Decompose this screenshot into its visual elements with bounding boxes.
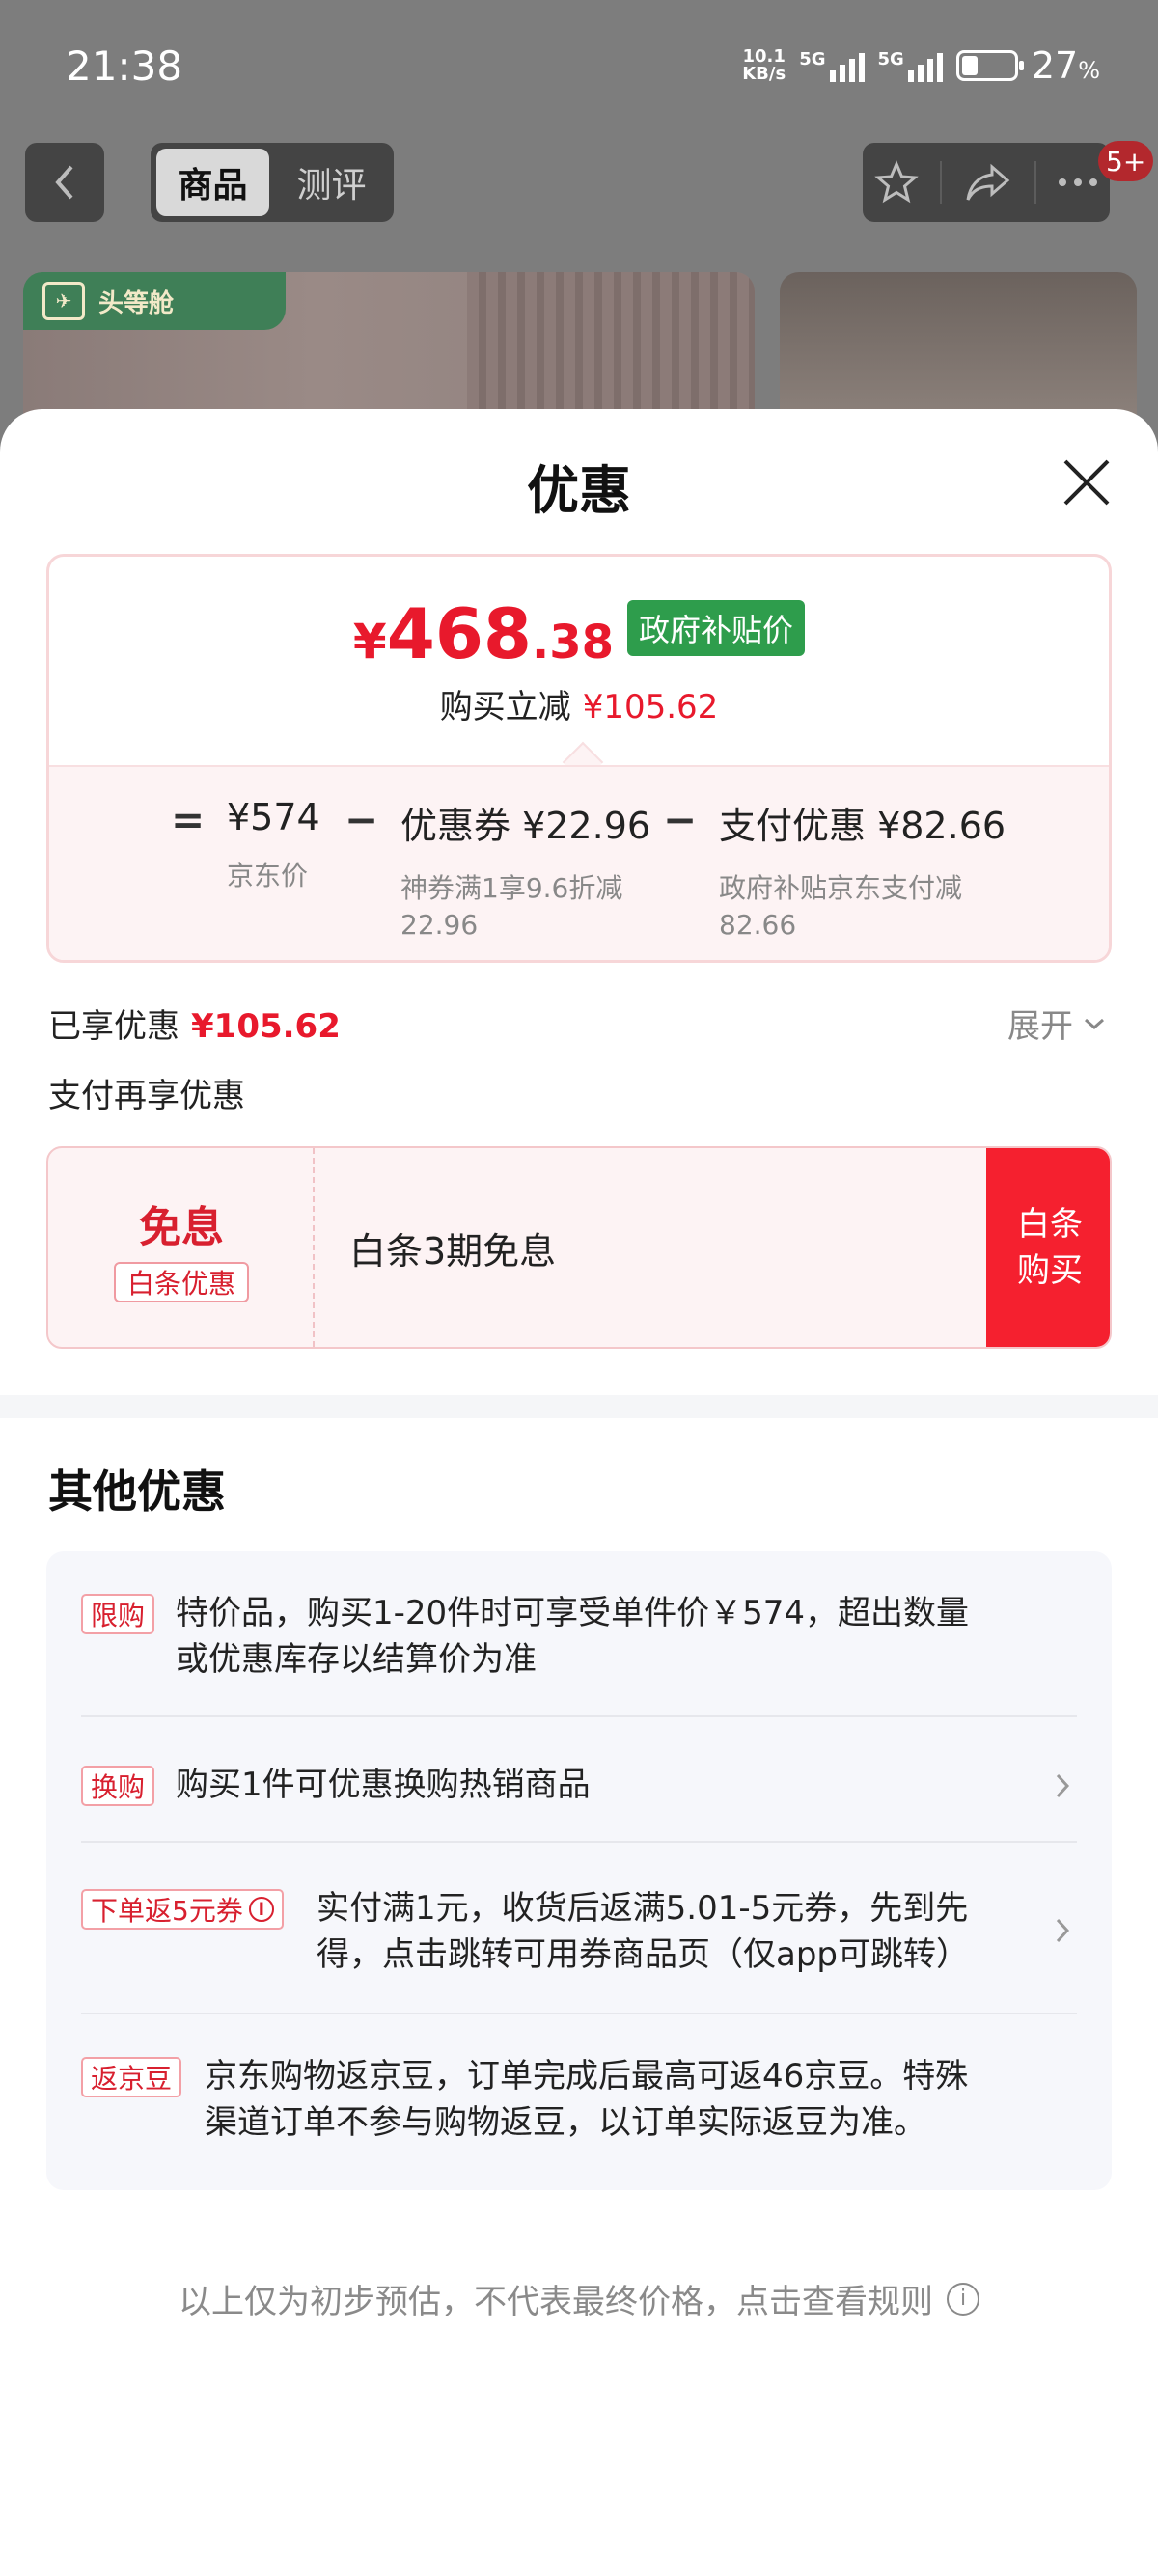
status-bar: 21:38 10.1 KB/s 5G 5G 27% <box>0 0 1158 135</box>
chevron-left-icon <box>55 165 73 200</box>
offer-tag: 换购 <box>81 1766 155 1806</box>
offer-tag: 返京豆 <box>81 2057 182 2097</box>
chevron-down-icon <box>1085 1018 1104 1029</box>
other-offers-title: 其他优惠 <box>48 1466 226 1518</box>
instant-reduction: 购买立减 ¥105.62 <box>439 688 719 726</box>
top-tabs: 商品 测评 <box>151 143 394 222</box>
minus-sign: − <box>345 796 379 843</box>
message-badge: 5+ <box>1098 141 1154 181</box>
offer-limited: 限购 特价品，购买1-20件时可享受单件价￥574，超出数量 或优惠库存以结算价… <box>81 1590 1077 1683</box>
rules-footnote[interactable]: 以上仅为初步预估，不代表最终价格，点击查看规则 i <box>0 2275 1158 2322</box>
status-time: 21:38 <box>66 42 183 90</box>
baitiao-tag: 白条优惠 <box>114 1262 249 1302</box>
share-icon[interactable] <box>963 161 1013 204</box>
offer-jd-beans: 返京豆 京东购物返京豆，订单完成后最高可返46京豆。特殊 渠道订单不参与购物返豆… <box>81 2053 1077 2146</box>
sheet-title: 优惠 <box>527 460 631 521</box>
offer-exchange[interactable]: 换购 购买1件可优惠换购热销商品 <box>81 1762 1077 1812</box>
minus-sign: − <box>663 796 698 843</box>
interest-free-label: 免息 <box>139 1203 224 1252</box>
info-icon: i <box>947 2282 979 2316</box>
info-icon[interactable]: i <box>248 1897 274 1922</box>
signal-icon: 5G <box>878 49 943 82</box>
baitiao-buy-button[interactable]: 白条 购买 <box>986 1148 1110 1347</box>
back-button[interactable] <box>25 143 104 222</box>
chevron-right-icon <box>1056 1773 1070 1798</box>
section-divider <box>0 1395 1158 1418</box>
close-icon[interactable] <box>1058 453 1116 511</box>
nav-actions <box>863 143 1110 222</box>
battery-icon <box>955 50 1024 81</box>
final-price: ¥ 468 .38 <box>352 593 615 674</box>
product-tag: ✈ 头等舱 <box>23 272 286 330</box>
chevron-right-icon <box>1056 1918 1070 1943</box>
battery-percent: 27% <box>1031 44 1100 87</box>
equals-sign: = <box>171 796 206 843</box>
more-icon[interactable] <box>1057 177 1099 188</box>
star-icon[interactable] <box>873 159 920 206</box>
coupon-discount: 优惠券 ¥22.96 神券满1享9.6折减 22.96 <box>400 805 651 941</box>
enjoyed-discount: 已享优惠 ¥105.62 <box>48 1007 341 1046</box>
price-breakdown-card: ¥ 468 .38 政府补贴价 购买立减 ¥105.62 = ¥574 京东价 −… <box>46 554 1112 963</box>
plane-icon: ✈ <box>42 282 85 320</box>
payment-discount: 支付优惠 ¥82.66 政府补贴京东支付减 82.66 <box>719 805 1006 941</box>
other-offers-list: 限购 特价品，购买1-20件时可享受单件价￥574，超出数量 或优惠库存以结算价… <box>46 1551 1112 2190</box>
expand-button[interactable]: 展开 <box>1007 1000 1106 1047</box>
discount-sheet: 优惠 ¥ 468 .38 政府补贴价 购买立减 ¥105.62 = ¥574 京东… <box>0 409 1158 2576</box>
baitiao-offer-card[interactable]: 免息 白条优惠 白条3期免息 白条 购买 <box>46 1146 1112 1349</box>
jd-price: ¥574 京东价 <box>227 796 320 891</box>
pay-more-heading: 支付再享优惠 <box>48 1077 245 1115</box>
offer-tag: 限购 <box>81 1594 155 1634</box>
tab-review[interactable]: 测评 <box>275 149 388 216</box>
tab-product[interactable]: 商品 <box>156 149 269 216</box>
offer-coupon-return[interactable]: 下单返5元券 i 实付满1元，收货后返满5.01-5元券，先到先 得，点击跳转可… <box>81 1885 1077 1978</box>
signal-icon: 5G <box>799 49 865 82</box>
gov-subsidy-tag: 政府补贴价 <box>627 600 806 656</box>
offer-tag: 下单返5元券 i <box>81 1889 284 1930</box>
price-formula: = ¥574 京东价 − 优惠券 ¥22.96 神券满1享9.6折减 22.96… <box>49 765 1109 960</box>
network-speed: 10.1 KB/s <box>742 46 786 84</box>
baitiao-offer-text: 白条3期免息 <box>349 1230 557 1273</box>
status-icons: 10.1 KB/s 5G 5G 27% <box>742 44 1100 87</box>
background-product-page: 21:38 10.1 KB/s 5G 5G 27% 商品 测评 5+ ✈ 头等舱 <box>0 0 1158 463</box>
